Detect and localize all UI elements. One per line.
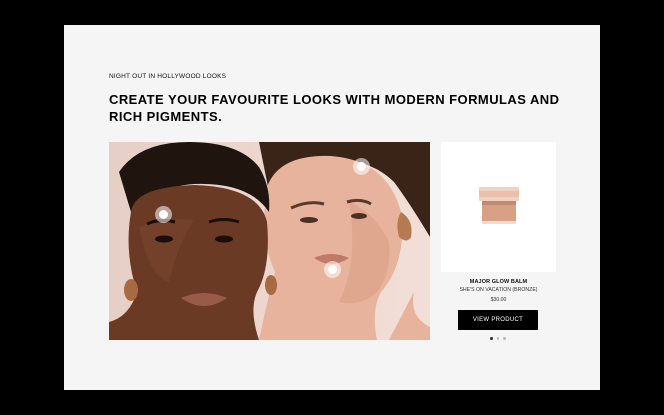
- section-eyebrow: NIGHT OUT IN HOLLYWOOD LOOKS: [109, 73, 227, 80]
- hero-image: [109, 142, 430, 340]
- carousel-dot[interactable]: [496, 337, 500, 340]
- hotspot-dot: [327, 264, 337, 274]
- hotspot-right-eye[interactable]: [352, 157, 370, 175]
- carousel-dot[interactable]: [490, 337, 493, 340]
- product-shade: SHE'S ON VACATION (BRONZE): [459, 287, 538, 293]
- product-price: $30.00: [490, 297, 507, 303]
- looks-section: NIGHT OUT IN HOLLYWOOD LOOKS CREATE YOUR…: [64, 25, 600, 390]
- models-photo: [109, 142, 430, 340]
- hotspot-dot: [158, 209, 168, 219]
- carousel-dot[interactable]: [503, 337, 506, 340]
- carousel-pagination: [486, 337, 510, 341]
- view-product-button[interactable]: VIEW PRODUCT: [458, 310, 538, 330]
- hotspot-dot: [356, 161, 366, 171]
- hotspot-left-cheek[interactable]: [154, 205, 172, 223]
- hotspot-right-cheek[interactable]: [323, 260, 341, 278]
- product-image[interactable]: [441, 142, 556, 272]
- glow-balm-jar-icon: [478, 187, 519, 224]
- product-name[interactable]: MAJOR GLOW BALM: [441, 279, 556, 285]
- section-headline: CREATE YOUR FAVOURITE LOOKS WITH MODERN …: [109, 92, 560, 124]
